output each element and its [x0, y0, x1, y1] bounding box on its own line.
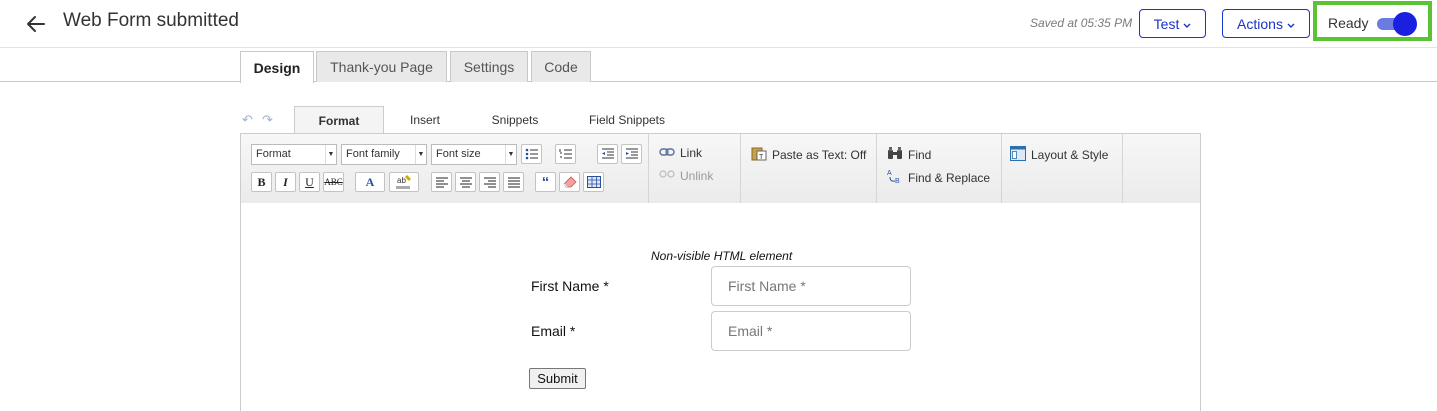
nonvisible-html-note: Non-visible HTML element — [651, 249, 793, 263]
toggle-knob — [1393, 12, 1417, 36]
redo-icon[interactable]: ↷ — [262, 112, 273, 128]
svg-text:A: A — [887, 170, 892, 177]
highlight-color-icon[interactable]: ab — [389, 172, 419, 192]
paste-icon: T — [751, 146, 767, 164]
unlink-button[interactable]: Unlink — [659, 168, 713, 183]
binoculars-icon — [887, 146, 903, 163]
test-button-label: Test — [1153, 15, 1180, 32]
toolbar-divider — [876, 134, 877, 203]
test-button[interactable]: Test — [1139, 9, 1206, 38]
find-replace-label: Find & Replace — [908, 170, 991, 185]
first-name-label: First Name * — [531, 278, 609, 294]
dropdown-arrow-icon: ▼ — [325, 145, 336, 164]
font-family-select[interactable]: Font family ▼ — [341, 144, 427, 165]
clear-formatting-icon[interactable] — [559, 172, 580, 192]
format-select[interactable]: Format ▼ — [251, 144, 337, 165]
tab-design[interactable]: Design — [240, 51, 314, 83]
email-label: Email * — [531, 323, 576, 339]
svg-text:T: T — [759, 154, 764, 161]
editor-content[interactable]: Non-visible HTML element First Name * Em… — [240, 203, 1201, 411]
tab-settings[interactable]: Settings — [450, 51, 528, 82]
toolbar-divider — [648, 134, 649, 203]
find-replace-button[interactable]: AB Find & Replace — [887, 168, 990, 187]
actions-button-label: Actions — [1237, 15, 1283, 32]
paste-as-text-button[interactable]: T Paste as Text: Off — [751, 146, 866, 164]
text-color-icon[interactable]: A — [355, 172, 385, 192]
paste-as-text-label: Paste as Text: Off — [772, 148, 867, 162]
font-family-select-value: Font family — [346, 148, 400, 160]
font-size-select-value: Font size — [436, 148, 481, 160]
align-center-icon[interactable] — [455, 172, 476, 192]
header-bar: Web Form submitted Saved at 05:35 PM Tes… — [0, 0, 1437, 48]
dropdown-arrow-icon: ▼ — [415, 145, 426, 164]
align-right-icon[interactable] — [479, 172, 500, 192]
find-button[interactable]: Find — [887, 146, 931, 163]
layout-style-label: Layout & Style — [1031, 148, 1109, 162]
layout-style-icon — [1010, 146, 1026, 164]
link-icon — [659, 146, 675, 160]
ready-toggle[interactable] — [1375, 12, 1417, 36]
bold-icon[interactable]: B — [251, 172, 272, 192]
toolbar-divider — [1001, 134, 1002, 203]
numbered-list-icon[interactable] — [555, 144, 576, 164]
tab-thank-you-page[interactable]: Thank-you Page — [316, 51, 447, 82]
unlink-label: Unlink — [680, 168, 714, 183]
page-title: Web Form submitted — [63, 10, 239, 31]
editor-tab-snippets[interactable]: Snippets — [484, 106, 546, 134]
first-name-input[interactable] — [711, 266, 911, 306]
page-tabs: Design Thank-you Page Settings Code — [0, 48, 1437, 83]
align-left-icon[interactable] — [431, 172, 452, 192]
find-replace-icon: AB — [887, 168, 903, 187]
chevron-down-icon — [1287, 16, 1295, 32]
align-justify-icon[interactable] — [503, 172, 524, 192]
unlink-icon — [659, 168, 675, 183]
link-button[interactable]: Link — [659, 146, 702, 160]
italic-icon[interactable]: I — [275, 172, 296, 192]
back-arrow-icon[interactable] — [22, 10, 50, 38]
indent-icon[interactable] — [621, 144, 642, 164]
find-label: Find — [908, 147, 932, 162]
format-select-value: Format — [256, 148, 291, 160]
bullet-list-icon[interactable] — [521, 144, 542, 164]
ready-label: Ready — [1328, 15, 1369, 31]
email-input[interactable] — [711, 311, 911, 351]
editor-tab-insert[interactable]: Insert — [400, 106, 450, 134]
editor-tab-format[interactable]: Format — [294, 106, 384, 135]
tab-code[interactable]: Code — [531, 51, 591, 82]
table-icon[interactable] — [583, 172, 604, 192]
blockquote-icon[interactable]: “ — [535, 172, 556, 192]
actions-button[interactable]: Actions — [1222, 9, 1310, 38]
underline-icon[interactable]: U — [299, 172, 320, 192]
ready-status-box: Ready — [1313, 1, 1432, 41]
toolbar-divider — [1122, 134, 1123, 203]
editor-tabs: ↶ ↷ Format Insert Snippets Field Snippet… — [240, 104, 1201, 135]
dropdown-arrow-icon: ▼ — [505, 145, 516, 164]
editor-tab-field-snippets[interactable]: Field Snippets — [584, 106, 670, 134]
saved-status: Saved at 05:35 PM — [1030, 16, 1133, 30]
link-label: Link — [680, 146, 703, 160]
undo-icon[interactable]: ↶ — [242, 112, 253, 128]
toolbar-divider — [740, 134, 741, 203]
outdent-icon[interactable] — [597, 144, 618, 164]
strikethrough-icon[interactable]: ABC — [323, 172, 344, 192]
svg-text:B: B — [895, 178, 900, 184]
chevron-down-icon — [1183, 16, 1191, 32]
svg-text:ab: ab — [397, 176, 406, 185]
editor-toolbar: Format ▼ Font family ▼ Font size ▼ B I U… — [240, 133, 1201, 204]
layout-style-button[interactable]: Layout & Style — [1010, 146, 1108, 164]
font-size-select[interactable]: Font size ▼ — [431, 144, 517, 165]
submit-button[interactable]: Submit — [529, 368, 586, 389]
